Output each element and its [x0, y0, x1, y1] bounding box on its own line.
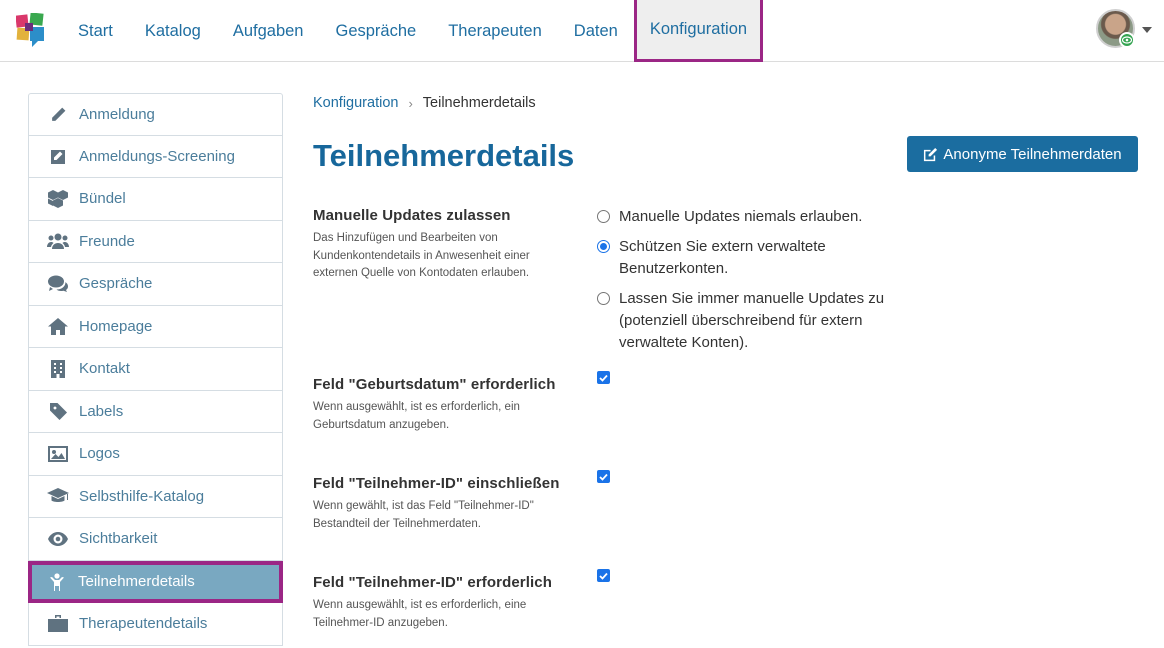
building-icon: [47, 359, 69, 379]
setting-title: Feld "Geburtsdatum" erforderlich: [313, 376, 556, 393]
setting-title: Feld "Teilnehmer-ID" einschließen: [313, 475, 560, 492]
top-navbar: Start Katalog Aufgaben Gespräche Therape…: [0, 0, 1164, 62]
users-icon: [47, 231, 69, 251]
anonymous-participant-data-label: Anonyme Teilnehmerdaten: [943, 145, 1122, 163]
visibility-badge-icon: [1119, 32, 1135, 48]
setting-title: Manuelle Updates zulassen: [313, 207, 511, 224]
setting-description: Wenn ausgewählt, ist es erforderlich, ei…: [313, 401, 520, 431]
setting-title: Feld "Teilnehmer-ID" erforderlich: [313, 574, 552, 591]
setting-description: Wenn gewählt, ist das Feld "Teilnehmer-I…: [313, 500, 534, 530]
setting-manual-updates: Manuelle Updates zulassen Das Hinzufügen…: [313, 207, 573, 283]
sidebar-item-label: Logos: [79, 445, 120, 463]
breadcrumb-current: Teilnehmerdetails: [422, 95, 536, 111]
manual-updates-radio-group: Manuelle Updates niemals erlauben. Schüt…: [597, 206, 907, 362]
nav-gespraeche[interactable]: Gespräche: [319, 0, 432, 62]
sidebar-item-sichtbarkeit[interactable]: Sichtbarkeit: [28, 518, 283, 561]
sidebar-item-labels[interactable]: Labels: [28, 390, 283, 433]
radio-label: Manuelle Updates niemals erlauben.: [619, 208, 863, 225]
nav-start[interactable]: Start: [62, 0, 129, 62]
checkmark-icon: [599, 374, 608, 382]
sidebar-item-kontakt[interactable]: Kontakt: [28, 348, 283, 391]
app-logo-icon[interactable]: [16, 13, 46, 47]
birthdate-required-checkbox[interactable]: [597, 371, 610, 384]
eye-icon: [47, 529, 69, 549]
nav-daten[interactable]: Daten: [558, 0, 634, 62]
participant-id-include-checkbox[interactable]: [597, 470, 610, 483]
setting-participant-id-include: Feld "Teilnehmer-ID" einschließen Wenn g…: [313, 475, 573, 533]
breadcrumb-link-konfiguration[interactable]: Konfiguration: [313, 95, 398, 111]
checkmark-icon: [599, 473, 608, 481]
sidebar-item-homepage[interactable]: Homepage: [28, 305, 283, 348]
checkmark-icon: [599, 572, 608, 580]
edit-icon: [924, 147, 938, 161]
graduation-cap-icon: [47, 486, 69, 506]
nav-katalog[interactable]: Katalog: [129, 0, 217, 62]
page-title: Teilnehmerdetails: [313, 138, 575, 173]
tag-icon: [47, 401, 69, 421]
image-icon: [47, 444, 69, 464]
nav-therapeuten[interactable]: Therapeuten: [432, 0, 558, 62]
sidebar-item-label: Freunde: [79, 232, 135, 250]
comments-icon: [47, 274, 69, 294]
person-icon: [46, 572, 68, 592]
radio-label: Lassen Sie immer manuelle Updates zu (po…: [619, 290, 885, 351]
config-sidebar: Anmeldung Anmeldungs-Screening Bündel Fr…: [28, 93, 283, 646]
edit-square-icon: [47, 146, 69, 166]
sidebar-item-gespraeche[interactable]: Gespräche: [28, 263, 283, 306]
sidebar-item-therapeutendetails[interactable]: Therapeutendetails: [28, 603, 283, 646]
sidebar-item-label: Anmeldungs-Screening: [79, 147, 235, 165]
nav-konfiguration[interactable]: Konfiguration: [633, 0, 764, 62]
sidebar-item-label: Gespräche: [79, 275, 153, 293]
radio-label: Schützen Sie extern verwaltete Benutzerk…: [619, 238, 826, 277]
setting-description: Das Hinzufügen und Bearbeiten von Kunden…: [313, 232, 530, 279]
sidebar-item-label: Anmeldung: [79, 105, 155, 123]
sidebar-item-anmeldungs-screening[interactable]: Anmeldungs-Screening: [28, 135, 283, 178]
anonymous-participant-data-button[interactable]: Anonyme Teilnehmerdaten: [907, 136, 1138, 172]
sidebar-item-teilnehmerdetails[interactable]: Teilnehmerdetails: [28, 560, 283, 603]
sidebar-item-label: Labels: [79, 402, 124, 420]
sidebar-item-selbsthilfe-katalog[interactable]: Selbsthilfe-Katalog: [28, 475, 283, 518]
breadcrumb: Konfiguration › Teilnehmerdetails: [313, 95, 536, 111]
sidebar-item-label: Kontakt: [79, 360, 130, 378]
main-nav: Start Katalog Aufgaben Gespräche Therape…: [62, 0, 764, 62]
radio-protect-external[interactable]: [597, 240, 610, 253]
sidebar-item-label: Sichtbarkeit: [79, 530, 158, 548]
setting-birthdate-required: Feld "Geburtsdatum" erforderlich Wenn au…: [313, 376, 573, 434]
pencil-icon: [47, 104, 69, 124]
setting-participant-id-required: Feld "Teilnehmer-ID" erforderlich Wenn a…: [313, 574, 573, 632]
sidebar-item-logos[interactable]: Logos: [28, 433, 283, 476]
sidebar-item-freunde[interactable]: Freunde: [28, 220, 283, 263]
sidebar-item-label: Teilnehmerdetails: [78, 573, 195, 591]
radio-always[interactable]: [597, 292, 610, 305]
cubes-icon: [47, 189, 69, 209]
nav-aufgaben[interactable]: Aufgaben: [217, 0, 320, 62]
radio-never[interactable]: [597, 210, 610, 223]
home-icon: [47, 316, 69, 336]
sidebar-item-label: Selbsthilfe-Katalog: [79, 487, 205, 505]
sidebar-item-label: Bündel: [79, 190, 126, 208]
participant-id-required-checkbox[interactable]: [597, 569, 610, 582]
setting-description: Wenn ausgewählt, ist es erforderlich, ei…: [313, 599, 527, 629]
user-menu-caret-icon[interactable]: [1142, 27, 1152, 33]
radio-option-never[interactable]: Manuelle Updates niemals erlauben.: [597, 206, 907, 228]
sidebar-item-buendel[interactable]: Bündel: [28, 178, 283, 221]
sidebar-item-label: Therapeutendetails: [79, 615, 208, 633]
radio-option-protect-external[interactable]: Schützen Sie extern verwaltete Benutzerk…: [597, 236, 907, 280]
briefcase-icon: [47, 614, 69, 634]
radio-option-always[interactable]: Lassen Sie immer manuelle Updates zu (po…: [597, 288, 907, 354]
breadcrumb-separator-icon: ›: [408, 95, 413, 111]
sidebar-item-anmeldung[interactable]: Anmeldung: [28, 93, 283, 136]
sidebar-item-label: Homepage: [79, 317, 153, 335]
